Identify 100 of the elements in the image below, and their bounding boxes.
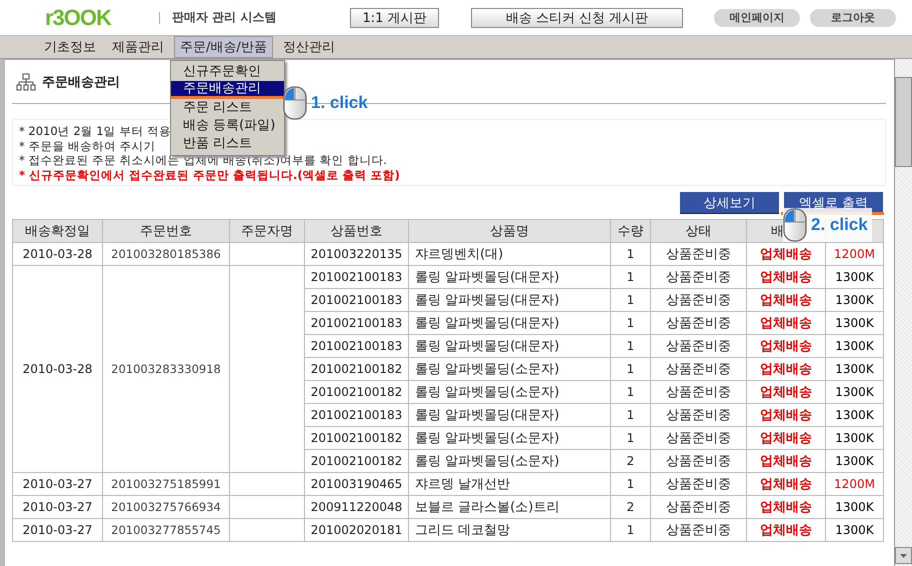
board-button[interactable]: 1:1 게시판 <box>350 8 439 28</box>
menu-item[interactable]: 신규주문확인 <box>171 63 284 81</box>
table-cell: 상품준비중 <box>650 426 746 450</box>
table-cell: 201002020181 <box>304 518 408 542</box>
step-label: 1. click <box>311 93 368 113</box>
table-cell: 상품준비중 <box>650 450 746 472</box>
menu-tab[interactable]: 정산관리 <box>276 36 341 58</box>
table-cell: 1200M <box>826 472 884 496</box>
table-cell: 2010-03-27 <box>12 518 102 542</box>
header-button[interactable]: 로그아웃 <box>810 8 896 26</box>
table-cell: 업체배송 <box>746 450 826 472</box>
table-cell: 상품준비중 <box>650 518 746 542</box>
table-cell: 롤링 알파벳몰딩(대문자) <box>408 288 610 312</box>
mouse-icon <box>783 208 807 242</box>
table-cell: 1 <box>610 312 650 334</box>
notice-text: * 신규주문확인에서 접수완료된 주문만 출력됩니다.(엑셀로 출력 포함) <box>19 168 400 182</box>
table-cell: 상품준비중 <box>650 288 746 312</box>
table-cell: 201002100182 <box>304 358 408 380</box>
table-cell: 상품준비중 <box>650 242 746 266</box>
table-cell: 업체배송 <box>746 380 826 404</box>
table-cell: 2 <box>610 496 650 518</box>
table-cell: 1300K <box>826 496 884 518</box>
column-header: 상품명 <box>408 220 610 242</box>
table-cell: 업체배송 <box>746 426 826 450</box>
table-cell: 201003275766934 <box>102 496 230 518</box>
table-cell: 롤링 알파벳몰딩(대문자) <box>408 312 610 334</box>
menu-tab[interactable]: 제품관리 <box>106 36 170 58</box>
table-cell: 롤링 알파벳몰딩(소문자) <box>408 426 610 450</box>
page-title: 주문배송관리 <box>42 74 120 90</box>
table-cell: 201002100182 <box>304 450 408 472</box>
table-cell: 201003277855745 <box>102 518 230 542</box>
sitemap-icon <box>16 72 36 90</box>
menu-item[interactable]: 배송 등록(파일) <box>171 117 284 135</box>
table-cell: 1 <box>610 380 650 404</box>
board-button[interactable]: 배송 스티커 신청 게시판 <box>471 8 683 28</box>
table-cell: 201003190465 <box>304 472 408 496</box>
column-header: 수량 <box>610 220 650 242</box>
column-header: 상태 <box>650 220 746 242</box>
table-cell: 201003275185991 <box>102 472 230 496</box>
table-cell: 업체배송 <box>746 312 826 334</box>
table-cell: 상품준비중 <box>650 404 746 426</box>
column-header: 주문자명 <box>230 220 304 242</box>
table-cell: 201002100183 <box>304 266 408 288</box>
scrollbar-thumb[interactable] <box>895 77 912 167</box>
table-cell: 업체배송 <box>746 518 826 542</box>
table-cell: 롤링 알파벳몰딩(대문자) <box>408 266 610 288</box>
table-cell: 201002100183 <box>304 404 408 426</box>
table-cell: 1300K <box>826 404 884 426</box>
table-cell: 상품준비중 <box>650 266 746 288</box>
menu-tab[interactable]: 주문/배송/반품 <box>174 36 273 58</box>
table-cell: 1 <box>610 334 650 358</box>
table-cell: 1 <box>610 242 650 266</box>
table-cell: 201003280185386 <box>102 242 230 266</box>
table-cell: 롤링 알파벳몰딩(대문자) <box>408 404 610 426</box>
table-cell: 1 <box>610 518 650 542</box>
menu-item[interactable]: 주문 리스트 <box>171 99 284 117</box>
menu-item[interactable]: 반품 리스트 <box>171 135 284 153</box>
table-cell: 1 <box>610 404 650 426</box>
table-cell: 그리드 데코철망 <box>408 518 610 542</box>
table-cell: 2010-03-27 <box>12 496 102 518</box>
table-cell: 상품준비중 <box>650 380 746 404</box>
table-cell: 2010-03-27 <box>12 472 102 496</box>
column-header: 상품번호 <box>304 220 408 242</box>
table-cell: 1 <box>610 358 650 380</box>
column-header: 주문번호 <box>102 220 230 242</box>
table-cell: 상품준비중 <box>650 312 746 334</box>
menu-tab[interactable]: 기초정보 <box>38 36 102 58</box>
table-cell: 201002100183 <box>304 312 408 334</box>
table-cell: 상품준비중 <box>650 358 746 380</box>
header-button[interactable]: 메인페이지 <box>714 8 800 26</box>
table-cell: 1300K <box>826 518 884 542</box>
action-button[interactable]: 상세보기 <box>680 192 779 214</box>
table-cell: 1300K <box>826 334 884 358</box>
table-cell: 201002100183 <box>304 288 408 312</box>
table-cell: 201002100182 <box>304 426 408 450</box>
table-cell: 1300K <box>826 266 884 288</box>
table-cell: 1 <box>610 472 650 496</box>
table-cell: 1300K <box>826 288 884 312</box>
table-cell: 업체배송 <box>746 496 826 518</box>
table-cell: 201003220135 <box>304 242 408 266</box>
table-cell: 1300K <box>826 450 884 472</box>
table-cell: 1300K <box>826 380 884 404</box>
notice-text: * 2010년 2월 1일 부터 적용 <box>19 124 171 138</box>
table-cell: 1 <box>610 288 650 312</box>
table-cell: 롤링 알파벳몰딩(대문자) <box>408 334 610 358</box>
table-cell: 1300K <box>826 312 884 334</box>
table-cell: 업체배송 <box>746 404 826 426</box>
table-cell: 201002100183 <box>304 334 408 358</box>
table-cell: 2 <box>610 450 650 472</box>
table-cell: 롤링 알파벳몰딩(소문자) <box>408 450 610 472</box>
table-cell: 업체배송 <box>746 288 826 312</box>
table-cell: 상품준비중 <box>650 472 746 496</box>
notice-text: * 접수완료된 주문 취소시에는 업체에 배송(취소)여부를 확인 합니다. <box>19 153 387 168</box>
table-cell: 상품준비중 <box>650 334 746 358</box>
table-cell: 보블르 글라스볼(소)트리 <box>408 496 610 518</box>
menu-item[interactable]: 주문배송관리 <box>171 81 284 99</box>
table-cell: 업체배송 <box>746 358 826 380</box>
table-cell: 롤링 알파벳몰딩(소문자) <box>408 358 610 380</box>
scroll-down-icon[interactable] <box>895 547 912 564</box>
table-cell: 2010-03-28 <box>12 242 102 266</box>
